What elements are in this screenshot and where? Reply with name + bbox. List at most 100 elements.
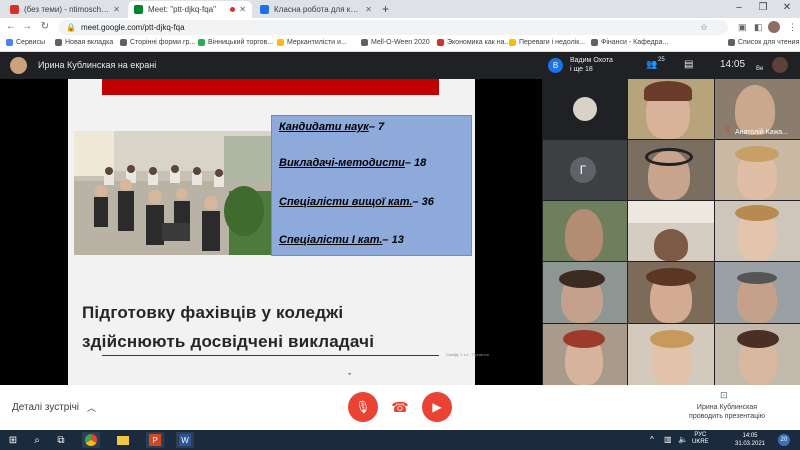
tab-meet[interactable]: Meet: "ptt-djkq-fqa" ✕	[128, 1, 252, 18]
meeting-details-button[interactable]: Деталі зустрічі ︿	[12, 401, 96, 414]
cursor-icon: ⌖	[348, 372, 352, 378]
page-icon	[509, 39, 516, 46]
word-icon[interactable]: W	[176, 432, 194, 448]
close-icon[interactable]: ✕	[113, 5, 120, 14]
address-bar[interactable]: 🔒 meet.google.com/ptt-djkq-fqa	[58, 20, 728, 35]
clock: 14:05	[720, 59, 746, 70]
system-clock[interactable]: 14:05 31.03.2021	[730, 432, 770, 448]
bookmark-item[interactable]: Меркантилісти и...	[277, 39, 347, 46]
participants-grid: 🎙 Анатолій Кажа... Г	[543, 79, 800, 385]
camera-off-icon: ▶	[432, 400, 442, 414]
back-icon[interactable]: ←	[4, 21, 18, 32]
powerpoint-icon[interactable]: P	[146, 432, 164, 448]
search-icon[interactable]: ⌕	[28, 432, 46, 448]
bookmarks-bar: Сервисы Новая вкладка Сторінні форми гр.…	[0, 37, 800, 52]
slide-footnote: Слайд: 1 з 1 · Примітки	[446, 352, 490, 357]
slide-underline	[102, 355, 439, 356]
participant-tile[interactable]	[543, 79, 627, 139]
bookmark-item[interactable]: Переваги і недолік...	[509, 39, 585, 46]
presentation-area: Кандидати наук– 7 Викладачі-методисти– 1…	[0, 79, 542, 385]
user-avatar[interactable]	[772, 57, 788, 73]
meet-header: Ирина Кублинская на екрані B Вадим Охота…	[0, 52, 800, 79]
participant-tile[interactable]	[628, 140, 714, 200]
participant-tile[interactable]	[715, 201, 800, 261]
tab-classroom[interactable]: Класна робота для курсу "Банк ✕	[254, 1, 378, 18]
language-indicator[interactable]: РУС UKRE	[692, 432, 709, 446]
participant-tile[interactable]	[715, 140, 800, 200]
tray-up-icon[interactable]: ^	[650, 435, 654, 444]
presenter-label: Ирина Кублинская на екрані	[38, 60, 157, 70]
presentation-icon: ⊡	[720, 390, 728, 400]
menu-icon[interactable]: ⋮	[788, 22, 797, 33]
participant-tile[interactable]	[715, 324, 800, 385]
participant-tile[interactable]	[715, 262, 800, 323]
leave-call-button[interactable]: ☎	[385, 392, 415, 422]
slide: Кандидати наук– 7 Викладачі-методисти– 1…	[68, 79, 489, 385]
bookmark-item[interactable]: Фінанси - Кафедра...	[591, 39, 668, 46]
participant-tile[interactable]: 🎙 Анатолій Кажа...	[715, 79, 800, 139]
stat-first-category: Спеціалісти І кат.– 13	[279, 234, 404, 246]
close-window-icon[interactable]: ✕	[776, 2, 798, 13]
windows-start-icon[interactable]: ⊞	[4, 432, 22, 448]
forward-icon[interactable]: →	[20, 21, 34, 32]
bookmark-item[interactable]: Сервисы	[6, 39, 45, 46]
close-icon[interactable]: ✕	[239, 5, 246, 14]
camera-off-button[interactable]: ▶	[422, 392, 452, 422]
new-tab-button[interactable]: +	[382, 2, 389, 16]
reading-list-icon	[728, 39, 735, 46]
profile-avatar[interactable]	[768, 21, 780, 33]
participant-tile[interactable]: Г	[543, 140, 627, 200]
network-icon[interactable]: ▥	[664, 435, 672, 444]
slide-banner	[102, 79, 439, 95]
participant-tile[interactable]	[628, 79, 714, 139]
meeting-controls: Деталі зустрічі ︿ 🎙 ☎ ▶ ⊡ Ирина Кублинск…	[0, 385, 800, 430]
taskbar: ⊞ ⌕ ⧉ P W ^ ▥ 🔈 РУС UKRE 14:05 31.03.202…	[0, 430, 800, 450]
task-view-icon[interactable]: ⧉	[52, 432, 70, 448]
volume-icon[interactable]: 🔈	[678, 435, 688, 444]
people-icon[interactable]: 👥	[646, 59, 657, 70]
participant-tile[interactable]	[628, 262, 714, 323]
file-explorer-icon[interactable]	[114, 432, 132, 448]
tab-gmail[interactable]: (без теми) - ntimoschenkom@gma ✕	[4, 1, 126, 18]
meet-icon	[134, 5, 143, 14]
extension-icon[interactable]: ▣	[738, 22, 747, 33]
participant-tile[interactable]	[543, 324, 627, 385]
mic-off-button[interactable]: 🎙	[348, 392, 378, 422]
browser-toolbar: ← → ↻ 🔒 meet.google.com/ptt-djkq-fqa ☆ ▣…	[0, 18, 800, 37]
participants-count: 25	[658, 57, 665, 63]
bookmark-item[interactable]: Экономика как на...	[437, 39, 510, 46]
classroom-photo	[74, 131, 274, 255]
close-icon[interactable]: ✕	[365, 5, 372, 14]
bookmark-item[interactable]: Новая вкладка	[55, 39, 113, 46]
participant-avatar: B	[548, 58, 563, 73]
page-icon	[120, 39, 127, 46]
participant-tile[interactable]	[543, 201, 627, 261]
bookmark-item[interactable]: Сторінні форми гр...	[120, 39, 195, 46]
presenting-info[interactable]: Ирина Кублинская проводить презентацію	[686, 403, 768, 421]
notification-badge[interactable]: 20	[778, 434, 790, 446]
minimize-icon[interactable]: –	[728, 2, 750, 13]
participant-tile[interactable]	[628, 201, 714, 261]
participant-tile[interactable]	[543, 262, 627, 323]
page-icon	[277, 39, 284, 46]
participant-tile[interactable]	[628, 324, 714, 385]
reading-list-button[interactable]: Список для чтения	[728, 39, 799, 46]
participant-avatar: Г	[570, 157, 596, 183]
chat-icon[interactable]: ▤	[684, 59, 693, 70]
bookmark-item[interactable]: Mell-O-Ween 2020	[361, 39, 430, 46]
bookmark-item[interactable]: Вінницький торгов...	[198, 39, 273, 46]
classroom-icon	[260, 5, 269, 14]
chrome-icon[interactable]	[82, 432, 100, 448]
tab-label: (без теми) - ntimoschenkom@gma	[24, 5, 110, 14]
globe-icon	[361, 39, 368, 46]
globe-icon	[591, 39, 598, 46]
chevron-up-icon: ︿	[87, 403, 97, 413]
star-icon[interactable]: ☆	[700, 22, 708, 33]
participants-summary[interactable]: Вадим Охота і ще 18	[570, 56, 613, 74]
slide-heading-line1: Підготовку фахівців у коледжі	[82, 303, 344, 322]
presenter-avatar	[10, 57, 27, 74]
reload-icon[interactable]: ↻	[38, 21, 52, 32]
apps-icon	[6, 39, 13, 46]
extension-icon[interactable]: ◧	[754, 22, 763, 33]
maximize-icon[interactable]: ❐	[752, 2, 774, 13]
